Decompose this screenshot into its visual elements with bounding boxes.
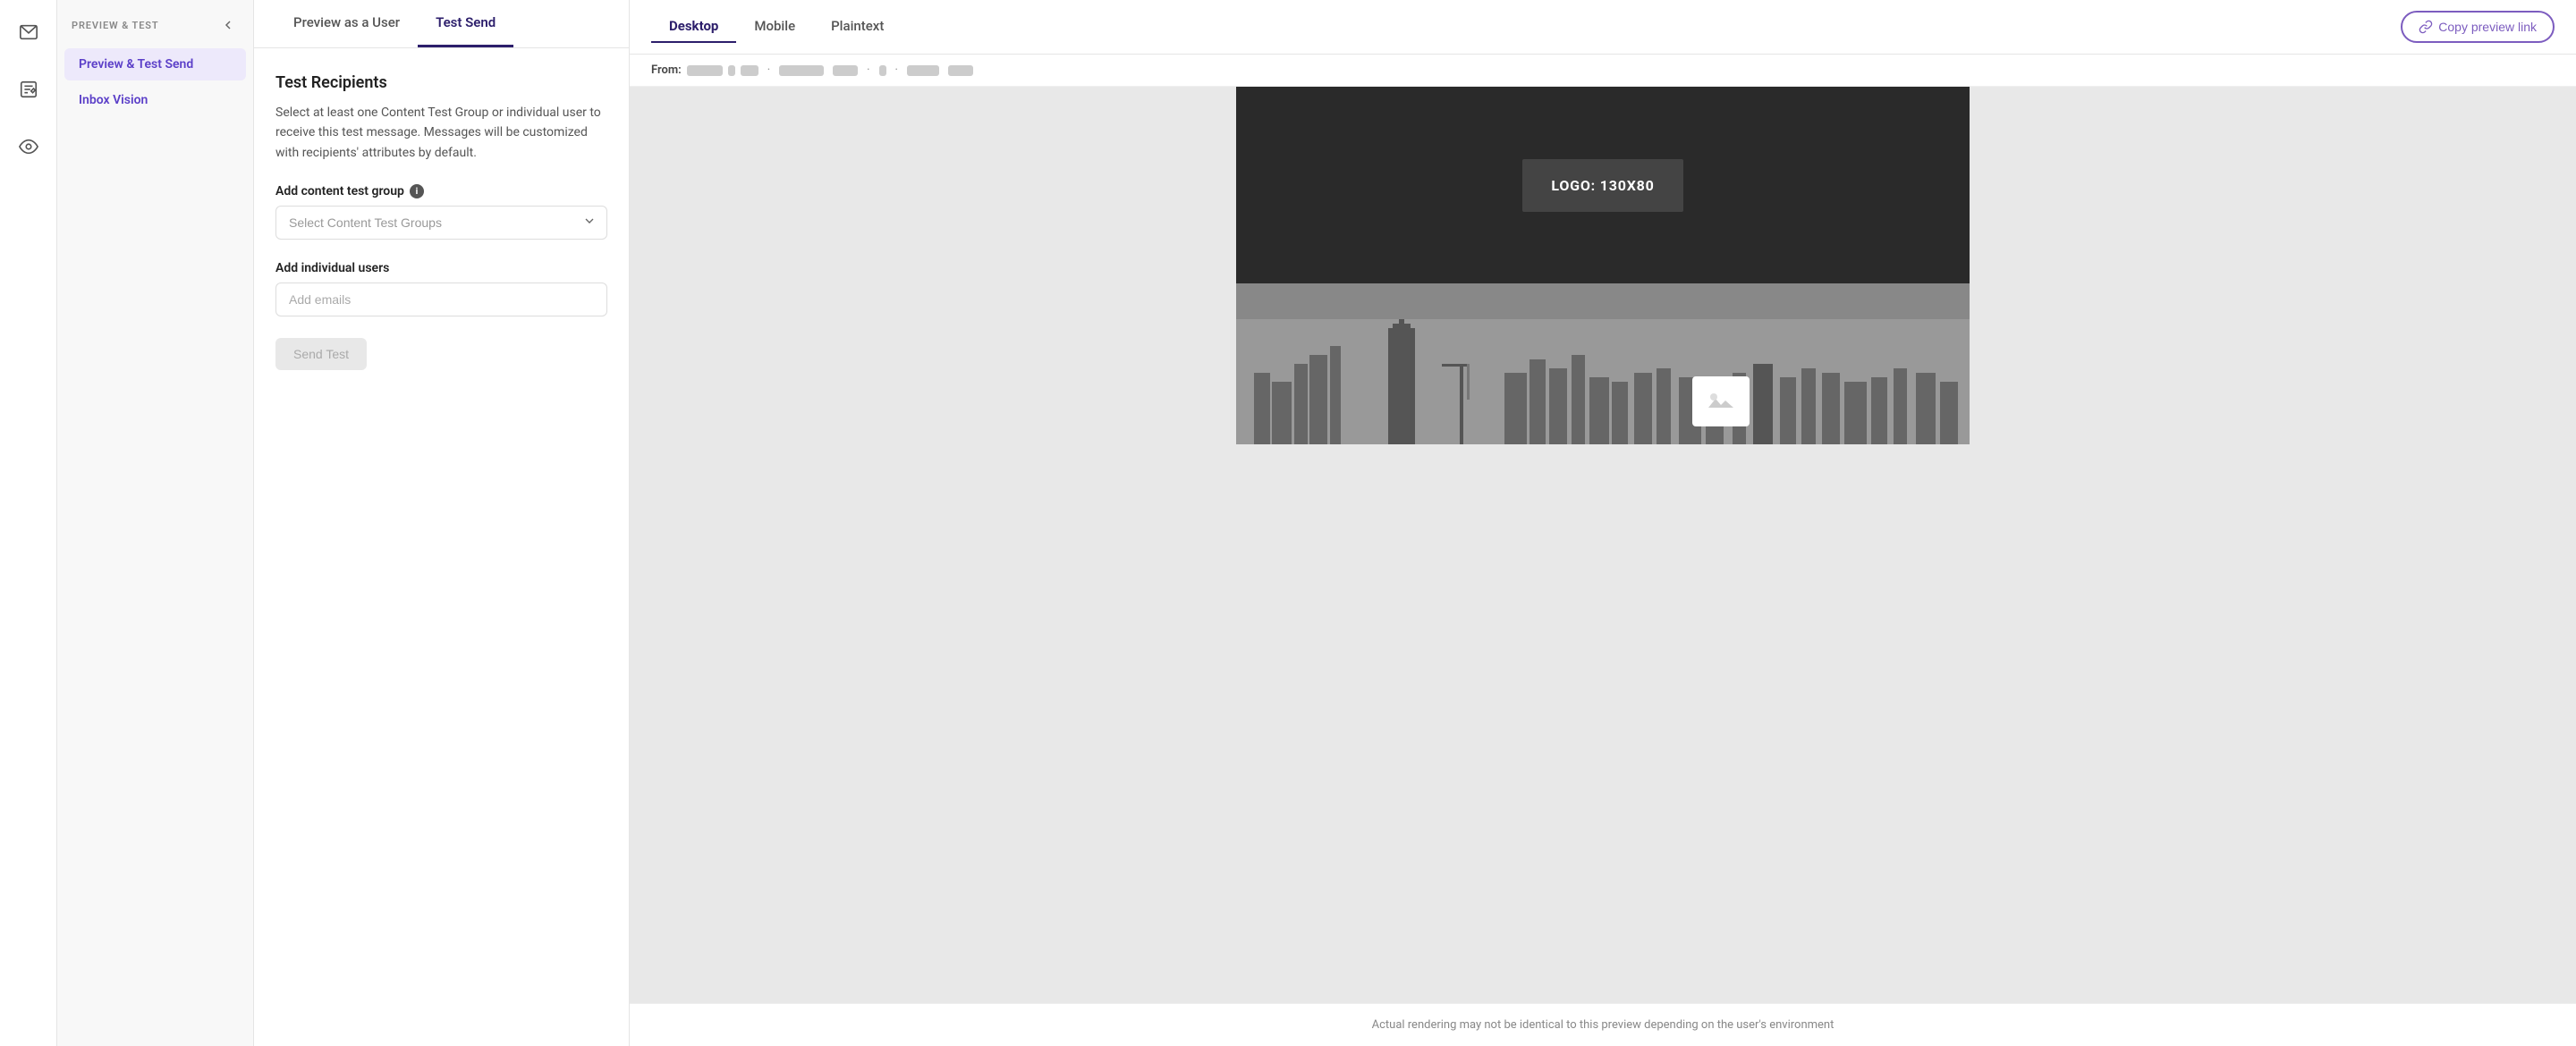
content-test-group-select[interactable]: Select Content Test Groups <box>275 206 607 240</box>
preview-tab-plaintext[interactable]: Plaintext <box>813 11 902 43</box>
individual-users-field: Add individual users <box>275 261 607 316</box>
content-test-group-info-icon[interactable]: i <box>410 184 424 198</box>
main-panel: Preview as a User Test Send Test Recipie… <box>254 0 630 1046</box>
sidebar: Preview & Test Preview & Test Send Inbox… <box>57 0 254 1046</box>
from-blur-8 <box>948 65 973 76</box>
from-blur-2 <box>728 65 735 76</box>
content-test-group-label: Add content test group i <box>275 184 607 198</box>
preview-tab-mobile[interactable]: Mobile <box>736 11 813 43</box>
preview-header: Desktop Mobile Plaintext Copy preview li… <box>630 0 2576 55</box>
email-logo-placeholder: LOGO: 130X80 <box>1522 159 1682 212</box>
form-description: Select at least one Content Test Group o… <box>275 103 607 163</box>
content-test-group-select-wrapper: Select Content Test Groups <box>275 206 607 240</box>
sidebar-item-preview-test-send[interactable]: Preview & Test Send <box>64 48 246 80</box>
icon-bar <box>0 0 57 1046</box>
preview-tab-desktop[interactable]: Desktop <box>651 11 736 43</box>
content-test-group-field: Add content test group i Select Content … <box>275 184 607 240</box>
eye-nav-icon[interactable] <box>11 129 47 164</box>
email-dark-header: LOGO: 130X80 <box>1236 87 1970 283</box>
form-title: Test Recipients <box>275 73 607 92</box>
from-blur-5 <box>833 65 858 76</box>
from-blur-6 <box>879 65 886 76</box>
preview-tab-bar: Desktop Mobile Plaintext <box>651 11 902 43</box>
individual-users-input[interactable] <box>275 283 607 316</box>
edit-nav-icon[interactable] <box>11 72 47 107</box>
email-preview-frame: LOGO: 130X80 <box>1236 87 1970 444</box>
city-silhouette-svg <box>1236 319 1970 444</box>
copy-preview-link-button[interactable]: Copy preview link <box>2401 11 2555 43</box>
from-blur-1 <box>687 65 723 76</box>
tab-preview-as-user[interactable]: Preview as a User <box>275 0 418 47</box>
preview-content-area: LOGO: 130X80 <box>630 87 2576 1003</box>
image-placeholder-icon <box>1692 376 1750 426</box>
sidebar-header: Preview & Test <box>57 14 253 46</box>
email-preview-wrapper: LOGO: 130X80 <box>1236 87 1970 444</box>
preview-panel: Desktop Mobile Plaintext Copy preview li… <box>630 0 2576 1046</box>
sidebar-back-button[interactable] <box>217 14 239 36</box>
form-content: Test Recipients Select at least one Cont… <box>254 48 629 1046</box>
from-blur-3 <box>741 65 758 76</box>
tab-bar: Preview as a User Test Send <box>254 0 629 48</box>
mail-nav-icon[interactable] <box>11 14 47 50</box>
from-blur-4 <box>779 65 824 76</box>
sidebar-item-inbox-vision[interactable]: Inbox Vision <box>64 84 246 116</box>
from-bar: From: · · · <box>630 55 2576 87</box>
send-test-button[interactable]: Send Test <box>275 338 367 370</box>
tab-test-send[interactable]: Test Send <box>418 0 513 47</box>
sidebar-section-label: Preview & Test <box>72 20 159 31</box>
from-blur-7 <box>907 65 939 76</box>
email-image-section <box>1236 283 1970 444</box>
individual-users-label: Add individual users <box>275 261 607 275</box>
preview-footer-note: Actual rendering may not be identical to… <box>630 1003 2576 1046</box>
